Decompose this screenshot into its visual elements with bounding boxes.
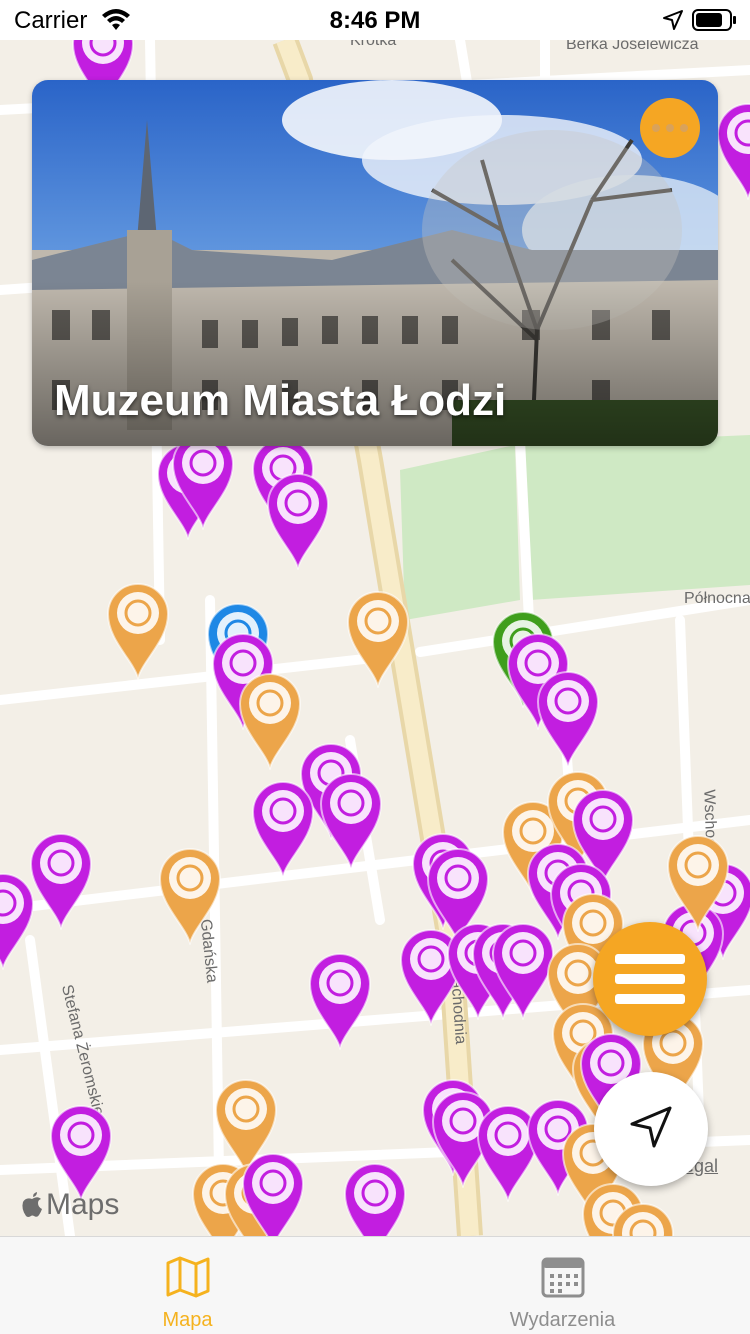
map-pin-icon (611, 1203, 675, 1236)
purple-poi-marker[interactable] (307, 950, 373, 1050)
tab-wydarzenia-label: Wydarzenia (509, 1309, 616, 1331)
map-pin-icon (266, 473, 330, 570)
map-pin-icon (346, 591, 410, 688)
category-dots-icon[interactable] (640, 98, 700, 158)
park-area (525, 435, 750, 600)
map-pin-icon (716, 103, 750, 200)
street-label-joselewicza: Berka Joselewicza (566, 40, 699, 53)
badge-dot (666, 124, 674, 132)
map-pin-icon (319, 773, 383, 870)
pin-glyph-bg (60, 1114, 102, 1156)
apple-logo-icon (22, 1192, 42, 1217)
map-pin-icon (49, 1105, 113, 1202)
street-label-krotka: Krótka (350, 40, 397, 49)
tab-mapa[interactable]: Mapa (0, 1237, 375, 1334)
map-pin-icon (158, 848, 222, 945)
pin-glyph-bg (437, 857, 479, 899)
map-pin-icon (241, 1153, 305, 1236)
tab-wydarzenia[interactable]: Wydarzenia (375, 1237, 750, 1334)
map-pin-icon (106, 583, 170, 680)
map-pin-icon (666, 835, 730, 932)
tab-bar: Mapa Wydarzenia (0, 1236, 750, 1334)
orange-poi-marker[interactable] (237, 670, 303, 770)
purple-poi-marker[interactable] (342, 1160, 408, 1236)
pin-glyph-bg (169, 857, 211, 899)
place-card[interactable]: Muzeum Miasta Łodzi (32, 80, 718, 446)
hamburger-menu-icon (615, 954, 685, 964)
pin-glyph-bg (547, 680, 589, 722)
app-root: Carrier 8:46 PM Krótka Berka Joselewicza… (0, 0, 750, 1334)
pin-glyph-bg (502, 932, 544, 974)
purple-poi-marker[interactable] (318, 770, 384, 870)
pin-glyph-bg (252, 1162, 294, 1204)
purple-poi-marker[interactable] (48, 1102, 114, 1202)
purple-poi-marker[interactable] (535, 668, 601, 768)
map-pin-icon (29, 833, 93, 930)
map-icon (166, 1256, 210, 1298)
badge-dot (652, 124, 660, 132)
clock-label: 8:46 PM (329, 7, 421, 34)
hamburger-menu-icon-bar (615, 974, 685, 984)
pin-glyph-bg (487, 1114, 529, 1156)
status-bar: Carrier 8:46 PM (0, 0, 750, 40)
pin-glyph-bg (582, 798, 624, 840)
map-pin-icon (343, 1163, 407, 1236)
pin-glyph-bg (354, 1172, 396, 1214)
apple-maps-attribution: Maps (20, 1188, 119, 1222)
calendar-icon (541, 1257, 585, 1298)
purple-poi-marker[interactable] (265, 470, 331, 570)
badge-dot (680, 124, 688, 132)
pin-glyph-bg (319, 962, 361, 1004)
pin-glyph-bg (249, 682, 291, 724)
location-services-icon (663, 10, 683, 30)
map-pin-icon (536, 671, 600, 768)
purple-poi-marker[interactable] (0, 870, 36, 970)
park-area (400, 445, 520, 620)
maps-label: Maps (46, 1188, 120, 1221)
purple-poi-marker[interactable] (28, 830, 94, 930)
orange-poi-marker[interactable] (665, 832, 731, 932)
pin-glyph-bg (40, 842, 82, 884)
map-pin-icon (0, 873, 35, 970)
orange-poi-marker[interactable] (157, 845, 223, 945)
pin-glyph-bg (330, 782, 372, 824)
orange-poi-marker[interactable] (345, 588, 411, 688)
pin-glyph-bg (677, 844, 719, 886)
locate-me-button[interactable] (594, 1072, 708, 1186)
purple-poi-marker[interactable] (715, 100, 750, 200)
purple-poi-marker[interactable] (240, 1150, 306, 1236)
purple-poi-marker[interactable] (250, 778, 316, 878)
menu-button[interactable] (593, 922, 707, 1036)
pin-glyph-bg (357, 600, 399, 642)
map-pin-icon (251, 781, 315, 878)
orange-poi-marker[interactable] (105, 580, 171, 680)
pin-glyph-bg (572, 902, 614, 944)
map-pin-icon (238, 673, 302, 770)
street-label-polnocna: Północna (684, 590, 750, 607)
pin-glyph-bg (182, 442, 224, 484)
place-title: Muzeum Miasta Łodzi (54, 376, 507, 425)
pin-glyph-bg (277, 482, 319, 524)
pin-glyph-bg (262, 790, 304, 832)
pin-glyph-bg (225, 1088, 267, 1130)
tab-mapa-label: Mapa (162, 1309, 213, 1331)
location-arrow-icon (630, 1106, 672, 1148)
battery-icon (692, 9, 736, 31)
orange-poi-marker[interactable] (610, 1200, 676, 1236)
map-pin-icon (308, 953, 372, 1050)
hamburger-menu-icon-bar (615, 994, 685, 1004)
pin-glyph-bg (117, 592, 159, 634)
